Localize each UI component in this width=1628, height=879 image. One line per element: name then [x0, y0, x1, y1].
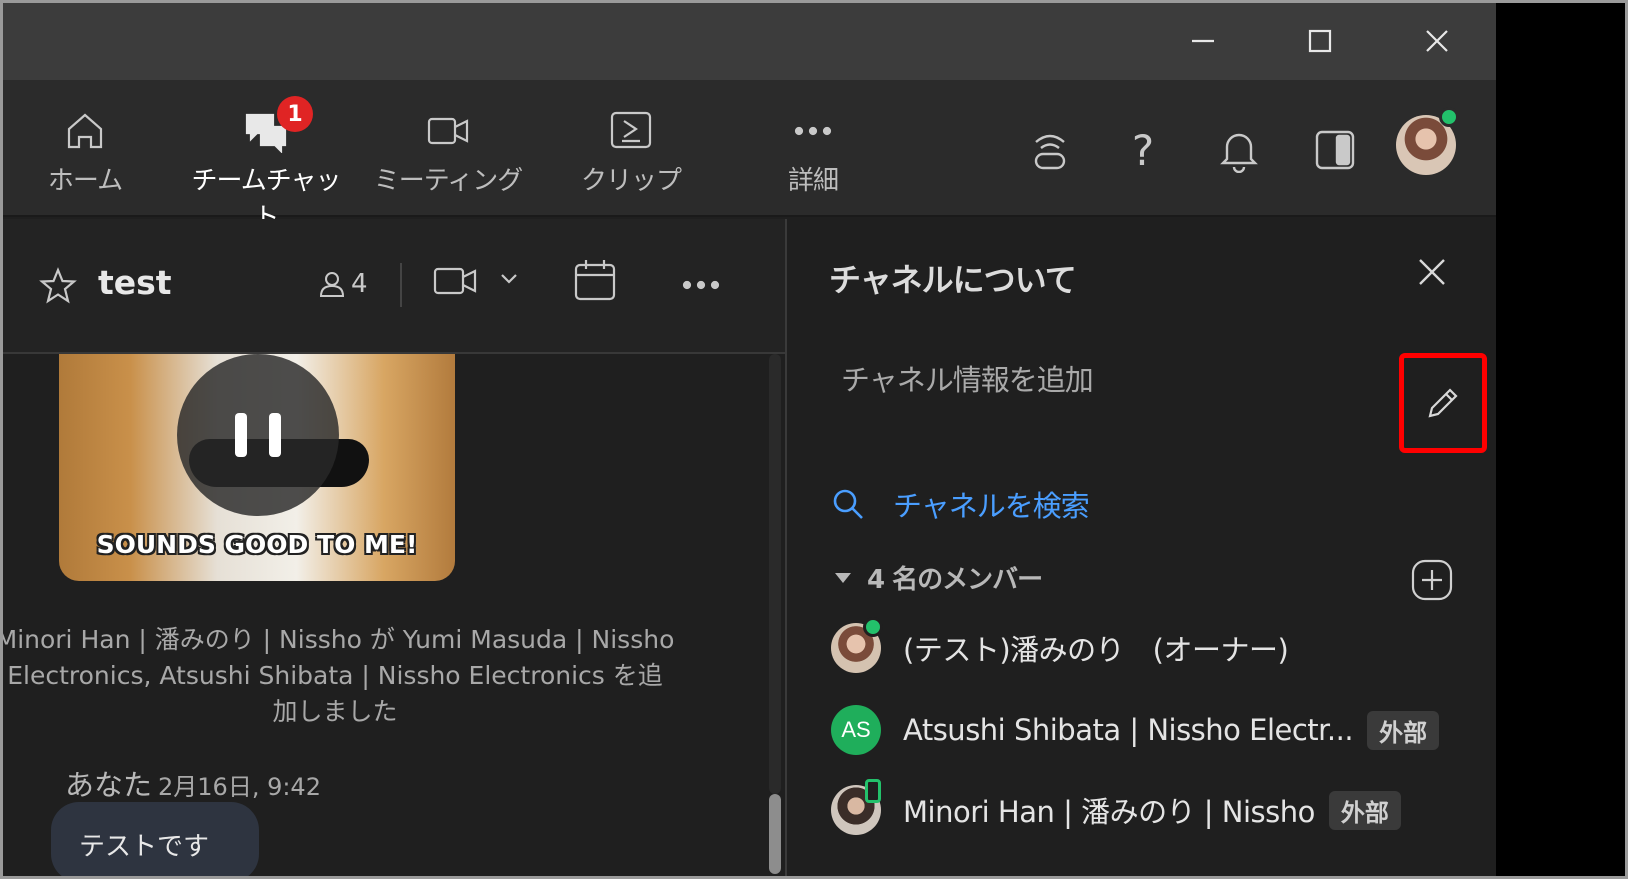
close-icon[interactable] — [1415, 19, 1459, 63]
plus-icon — [1411, 559, 1453, 601]
members-header-label: 4 名のメンバー — [867, 565, 1043, 595]
add-channel-info[interactable]: チャネル情報を追加 — [841, 357, 1094, 399]
home-icon — [3, 106, 170, 156]
edit-channel-info-button[interactable] — [1399, 353, 1487, 453]
header-separator — [400, 263, 402, 307]
chat-header: test 4 — [3, 219, 785, 354]
nav-item-clips[interactable]: クリップ — [546, 106, 716, 197]
nav-label-meetings: ミーティング — [373, 166, 523, 196]
bell-icon[interactable] — [1209, 120, 1269, 180]
maximize-icon[interactable] — [1298, 19, 1342, 63]
chat-icon: 1 — [181, 96, 351, 156]
mobile-status-icon — [865, 779, 881, 803]
person-icon — [319, 272, 345, 297]
member-name: (テスト)潘みのり (オーナー) — [903, 633, 1289, 667]
member-count-button[interactable]: 4 — [319, 269, 368, 299]
phone-status-icon[interactable] — [1020, 120, 1080, 180]
external-badge: 外部 — [1328, 790, 1401, 830]
avatar — [831, 779, 881, 835]
nav-label-clips: クリップ — [580, 166, 682, 196]
close-panel-icon[interactable] — [1417, 257, 1447, 291]
minimize-icon[interactable] — [1181, 19, 1225, 63]
nav-item-meetings[interactable]: ミーティング — [363, 106, 533, 197]
member-item[interactable]: AS Atsushi Shibata | Nissho Electr... 外部 — [831, 702, 1440, 758]
channel-title: test — [98, 263, 172, 302]
title-bar — [3, 3, 1556, 80]
search-channel-label: チャネルを検索 — [893, 489, 1090, 523]
user-avatar[interactable] — [1396, 107, 1459, 175]
more-options-icon[interactable] — [681, 265, 721, 309]
caret-down-icon — [835, 572, 851, 583]
scrollbar-thumb[interactable] — [769, 794, 781, 874]
search-channel-link[interactable]: チャネルを検索 — [831, 483, 1090, 525]
chevron-down-icon[interactable] — [499, 269, 519, 293]
chat-scrollbar[interactable] — [765, 354, 785, 876]
pause-icon[interactable] — [177, 354, 339, 516]
video-call-icon[interactable] — [433, 261, 477, 305]
member-name: Atsushi Shibata | Nissho Electr... — [903, 713, 1354, 747]
nav-item-home[interactable]: ホーム — [3, 106, 170, 197]
message-bubble[interactable]: テストです — [51, 802, 259, 876]
message-meta: あなた 2月16日, 9:42 — [65, 762, 321, 804]
member-count-value: 4 — [351, 269, 368, 299]
gif-attachment[interactable]: SOUNDS GOOD TO ME! — [59, 354, 455, 581]
desktop-background — [1496, 0, 1628, 879]
pencil-icon — [1428, 388, 1458, 418]
sender-name: あなた — [65, 768, 153, 802]
nav-item-team-chat[interactable]: 1 チームチャット — [181, 96, 351, 234]
calendar-icon[interactable] — [573, 257, 617, 307]
member-item[interactable]: Minori Han | 潘みのり | Nissho 外部 — [831, 779, 1401, 838]
presence-online-indicator — [1439, 107, 1459, 127]
nav-label-more: 詳細 — [787, 166, 839, 196]
gif-caption: SOUNDS GOOD TO ME! — [96, 530, 418, 559]
panel-title: チャネルについて — [829, 261, 1077, 299]
side-panel-toggle-icon[interactable] — [1305, 120, 1365, 180]
nav-label-home: ホーム — [47, 166, 123, 196]
external-badge: 外部 — [1367, 710, 1440, 750]
member-name: Minori Han | 潘みのり | Nissho — [903, 795, 1315, 829]
channel-info-panel: チャネルについて チャネル情報を追加 チャネルを検索 4 名のメンバー (テスト… — [787, 219, 1496, 876]
avatar: AS — [831, 705, 881, 755]
more-icon — [728, 106, 898, 156]
message-timestamp: 2月16日, 9:42 — [158, 773, 321, 801]
top-navigation: ホーム 1 チームチャット ミーティング クリップ 詳細 ? — [3, 80, 1556, 233]
members-section-toggle[interactable]: 4 名のメンバー — [835, 559, 1043, 596]
member-item[interactable]: (テスト)潘みのり (オーナー) — [831, 617, 1289, 676]
help-icon[interactable]: ? — [1113, 120, 1173, 180]
add-member-button[interactable] — [1411, 559, 1453, 605]
video-icon — [363, 106, 533, 156]
avatar — [831, 617, 883, 673]
presence-online-indicator — [863, 617, 883, 637]
app-window: ホーム 1 チームチャット ミーティング クリップ 詳細 ? test 4 SO… — [3, 3, 1556, 876]
system-message: Minori Han | 潘みのり | Nissho が Yumi Masuda… — [3, 625, 675, 726]
unread-badge: 1 — [277, 96, 313, 132]
chat-messages: SOUNDS GOOD TO ME! Minori Han | 潘みのり | N… — [3, 354, 785, 876]
clip-icon — [546, 106, 716, 156]
scrollbar-track — [769, 354, 781, 794]
star-icon[interactable] — [39, 267, 77, 309]
nav-item-more[interactable]: 詳細 — [728, 106, 898, 197]
search-icon — [833, 489, 863, 519]
